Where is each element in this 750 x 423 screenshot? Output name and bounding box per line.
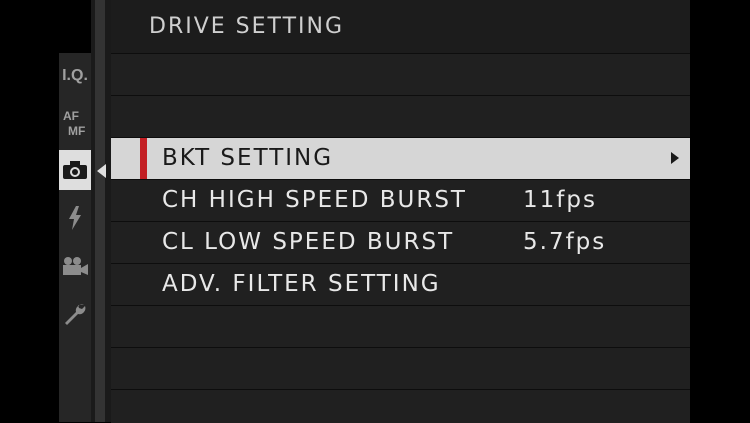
menu-item-value: 11fps <box>523 187 597 213</box>
menu-row-empty <box>111 53 690 95</box>
camera-icon <box>63 161 87 179</box>
svg-text:MF: MF <box>68 124 85 138</box>
selection-marker <box>140 138 147 179</box>
movie-tab[interactable] <box>59 246 91 286</box>
menu-item-value: 5.7fps <box>523 229 607 255</box>
menu-item-label: CH HIGH SPEED BURST <box>162 187 467 213</box>
af-mf-icon: AF MF <box>63 109 85 138</box>
menu-title: DRIVE SETTING <box>149 14 345 39</box>
menu-item-bkt-setting[interactable]: BKT SETTING <box>111 137 690 179</box>
movie-camera-icon <box>63 257 88 275</box>
shooting-tab[interactable] <box>59 150 91 190</box>
menu-item-ch-high-speed-burst[interactable]: CH HIGH SPEED BURST 11fps <box>111 179 690 221</box>
menu-tab-strip: I.Q. AF MF <box>59 53 91 422</box>
focus-tab[interactable]: AF MF <box>59 103 91 143</box>
setup-tab[interactable] <box>59 294 91 334</box>
flash-icon <box>69 206 81 230</box>
flash-tab[interactable] <box>59 198 91 238</box>
svg-text:AF: AF <box>63 109 79 123</box>
camera-menu-screen: I.Q. AF MF DRIVE SETTING BKT SETTING CH … <box>0 0 750 423</box>
submenu-arrow-icon <box>671 152 679 164</box>
active-tab-pointer-icon <box>97 164 106 178</box>
menu-row-empty <box>111 95 690 137</box>
image-quality-tab[interactable]: I.Q. <box>59 56 91 96</box>
menu-row-empty <box>111 347 690 389</box>
right-border <box>690 0 750 422</box>
menu-item-label: ADV. FILTER SETTING <box>162 271 441 297</box>
menu-row-empty <box>111 389 690 423</box>
menu-row-empty <box>111 305 690 347</box>
wrench-icon <box>65 304 86 325</box>
menu-item-cl-low-speed-burst[interactable]: CL LOW SPEED BURST 5.7fps <box>111 221 690 263</box>
menu-item-label: BKT SETTING <box>162 145 334 171</box>
iq-icon: I.Q. <box>62 67 88 84</box>
menu-item-adv-filter-setting[interactable]: ADV. FILTER SETTING <box>111 263 690 305</box>
panel-divider-inner <box>95 0 105 422</box>
menu-item-label: CL LOW SPEED BURST <box>162 229 455 255</box>
